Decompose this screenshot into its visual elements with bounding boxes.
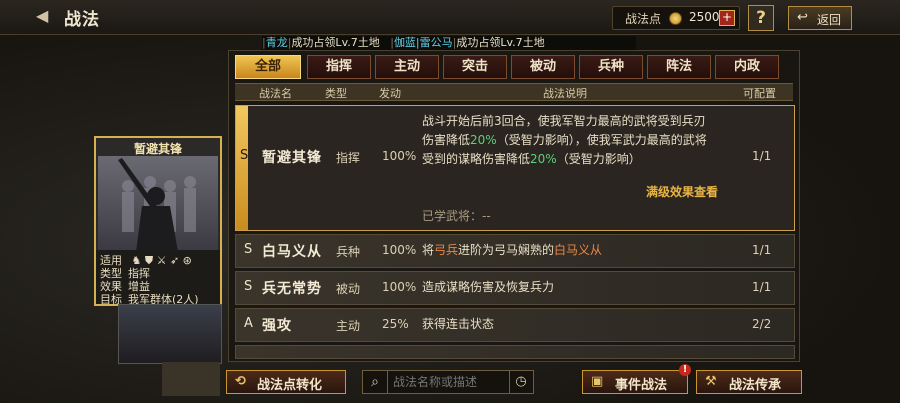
row-rarity: S [240, 148, 249, 163]
row-trigger: 25% [382, 317, 409, 331]
col-trigger: 发动 [379, 87, 401, 100]
row-rarity: A [244, 316, 253, 331]
return-button[interactable]: ↩ 返回 [788, 6, 852, 30]
tab-all[interactable]: 全部 [235, 55, 301, 79]
back-arrow-icon[interactable]: ◀ [36, 6, 48, 25]
learned-generals: 已学武将：-- [422, 209, 491, 223]
ticker-name-2: 伽蓝|雷公马 [393, 36, 453, 49]
inherit-label: 战法传承 [729, 378, 782, 393]
row-config: 2/2 [752, 317, 772, 331]
points-value: 2500 [689, 10, 720, 24]
history-clock-icon[interactable]: ◷ [509, 371, 532, 393]
background-card-image [118, 304, 222, 364]
coin-icon [669, 12, 682, 25]
ticker-text-1: 成功占领Lv.7土地 [291, 36, 380, 49]
col-name: 战法名 [259, 87, 292, 100]
row-description: 将弓兵进阶为弓马娴熟的白马义从 [422, 243, 603, 257]
row-name: 兵无常势 [262, 281, 322, 297]
table-header: 战法名 类型 发动 战法说明 可配置 [235, 83, 793, 101]
tactic-list-panel: 全部 指挥 主动 突击 被动 兵种 阵法 内政 战法名 类型 发动 战法说明 可… [228, 50, 800, 362]
col-config: 可配置 [743, 87, 776, 100]
add-points-button[interactable]: + [719, 10, 735, 26]
event-tactic-button[interactable]: ▣ 事件战法 ! [582, 364, 691, 394]
table-row-selected[interactable]: S 暂避其锋 指挥 100% 战斗开始后前3回合，使我军智力最高的武将受到兵刃 … [235, 105, 795, 231]
search-icon[interactable]: ⌕ [363, 371, 388, 393]
return-label: 返回 [817, 13, 842, 27]
col-desc: 战法说明 [543, 87, 587, 100]
row-type: 被动 [336, 282, 361, 296]
convert-icon: ⟲ [235, 374, 246, 389]
row-name: 强攻 [262, 318, 292, 334]
card-title: 暂避其锋 [133, 142, 182, 156]
search-input[interactable] [391, 373, 505, 391]
return-arrow-icon: ↩ [797, 10, 808, 25]
row-config: 1/1 [752, 280, 772, 294]
view-max-effect-link[interactable]: 满级效果查看 [646, 183, 718, 200]
event-label: 事件战法 [615, 378, 668, 393]
tab-command[interactable]: 指挥 [307, 55, 371, 79]
card-info: 适用 ♞ ⛊ ⚔ ➶ ⊛ 类型 指挥 效果 增益 目标 我军群体(2人) [96, 250, 220, 306]
row-config: 1/1 [752, 149, 772, 163]
tactic-card: 暂避其锋 适用 ♞ ⛊ ⚔ ➶ ⊛ 类型 指挥 效果 增益 目标 我军群体(2人) [94, 136, 222, 306]
row-description: 战斗开始后前3回合，使我军智力最高的武将受到兵刃 伤害降低20%（受智力影响），… [422, 114, 707, 166]
col-type: 类型 [325, 87, 347, 100]
tab-passive[interactable]: 被动 [511, 55, 575, 79]
tab-formation[interactable]: 阵法 [647, 55, 711, 79]
row-name: 白马义从 [262, 244, 322, 260]
tab-assault[interactable]: 突击 [443, 55, 507, 79]
table-row[interactable]: A 强攻 主动 25% 获得连击状态 2/2 [235, 308, 795, 342]
table-row[interactable]: S 白马义从 兵种 100% 将弓兵进阶为弓马娴熟的白马义从 1/1 [235, 234, 795, 268]
row-description: 获得连击状态 [422, 317, 495, 331]
row-trigger: 100% [382, 149, 417, 163]
row-trigger: 100% [382, 280, 417, 294]
row-description: 造成谋略伤害及恢复兵力 [422, 280, 555, 294]
search-box[interactable]: ⌕ ◷ [362, 370, 534, 394]
notification-badge: ! [679, 364, 691, 376]
points-label: 战法点 [625, 12, 662, 26]
table-row-partial[interactable] [235, 345, 795, 359]
table-row[interactable]: S 兵无常势 被动 100% 造成谋略伤害及恢复兵力 1/1 [235, 271, 795, 305]
page-title: 战法 [64, 10, 100, 30]
convert-label: 战法点转化 [257, 378, 323, 393]
row-config: 1/1 [752, 243, 772, 257]
hammer-icon: ⚒ [705, 374, 717, 389]
news-ticker: |青龙|成功占领Lv.7土地 |伽蓝|雷公马|成功占领Lv.7土地 [262, 36, 636, 50]
tab-active[interactable]: 主动 [375, 55, 439, 79]
row-type: 兵种 [336, 245, 361, 259]
row-name: 暂避其锋 [262, 150, 322, 166]
help-button[interactable]: ? [748, 5, 774, 31]
row-rarity: S [244, 279, 253, 294]
ticker-name-1: 青龙 [265, 36, 288, 49]
event-icon: ▣ [591, 374, 604, 389]
tactic-points-box: 战法点 2500 + [612, 6, 740, 30]
top-bar: ◀ 战法 战法点 2500 + ? ↩ 返回 [0, 0, 900, 35]
card-art-warrior-image [98, 156, 218, 252]
ticker-text-2: 成功占领Lv.7土地 [456, 36, 545, 49]
convert-points-button[interactable]: ⟲ 战法点转化 [226, 370, 346, 394]
background-card-image-2 [162, 362, 220, 396]
row-trigger: 100% [382, 243, 417, 257]
row-type: 指挥 [336, 151, 361, 165]
row-rarity: S [244, 242, 253, 257]
tactic-inherit-button[interactable]: ⚒ 战法传承 [696, 370, 802, 394]
row-type: 主动 [336, 319, 361, 333]
selected-indicator [236, 106, 248, 230]
tab-troop[interactable]: 兵种 [579, 55, 643, 79]
tab-internal[interactable]: 内政 [715, 55, 779, 79]
